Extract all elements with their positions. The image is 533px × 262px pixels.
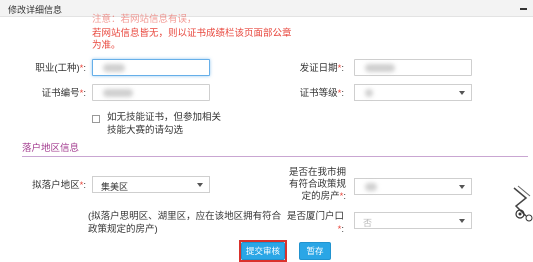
occupation-input[interactable] <box>92 59 210 76</box>
notice-line-2: 为准。 <box>92 40 121 51</box>
has-property-label: 是否在我市拥有符合政策规定的房产*: <box>288 167 346 202</box>
notice-line-1: 若网站信息皆无，则以证书成绩栏该页面部公章 <box>92 28 292 39</box>
has-property-select[interactable] <box>354 178 472 195</box>
district-select[interactable]: 集美区 <box>92 176 210 193</box>
panel-title: 修改详细信息 <box>8 5 63 15</box>
district-hint: (拟落户思明区、湖里区，应在该地区拥有符合政策规定的房产) <box>88 211 282 235</box>
redacted-value <box>365 89 373 97</box>
occupation-label: 职业(工种)*: <box>35 63 86 74</box>
cert-number-input[interactable] <box>92 84 210 101</box>
no-cert-checkbox[interactable] <box>92 115 100 123</box>
chevron-down-icon <box>459 219 465 223</box>
logo-icon <box>513 185 533 222</box>
section-title: 落户地区信息 <box>22 143 80 154</box>
cert-number-label: 证书编号*: <box>41 88 86 99</box>
redacted-value <box>103 89 133 97</box>
xiamen-hukou-select[interactable]: 否 <box>354 212 472 229</box>
chevron-down-icon <box>459 185 465 189</box>
cert-level-label: 证书等级*: <box>299 88 344 99</box>
cert-level-select[interactable] <box>354 84 472 101</box>
issue-date-label: 发证日期*: <box>299 63 344 74</box>
district-label: 拟落户地区*: <box>32 180 86 191</box>
no-cert-checkbox-label: 如无技能证书，但参加相关技能大赛的请勾选 <box>107 112 222 136</box>
chevron-down-icon <box>459 91 465 95</box>
notice-faded-line: 注意：若网站信息有误， <box>92 14 197 25</box>
redacted-value <box>365 183 377 191</box>
issue-date-input[interactable] <box>354 59 472 76</box>
section-divider <box>22 156 528 157</box>
chevron-down-icon <box>197 183 203 187</box>
district-value: 集美区 <box>101 182 129 192</box>
xiamen-hukou-value: 否 <box>363 218 373 228</box>
redacted-value <box>103 64 125 72</box>
submit-button[interactable]: 提交审核 <box>241 242 285 260</box>
save-button[interactable]: 暂存 <box>299 242 331 260</box>
xiamen-hukou-label: 是否厦门户口 *: <box>286 211 344 235</box>
redacted-value <box>365 64 395 72</box>
minus-icon[interactable] <box>520 8 527 10</box>
